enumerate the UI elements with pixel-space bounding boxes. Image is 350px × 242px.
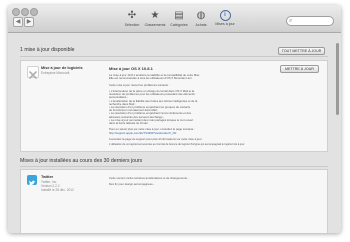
update-note-line: Consultez la page du support pour plus d… xyxy=(109,137,203,141)
installed-app-name[interactable]: Twitter xyxy=(41,175,53,179)
update-item: Mise à jour de logiciels Entreprise Micr… xyxy=(20,60,328,152)
search-field[interactable]: ⌕ xyxy=(286,16,334,26)
tab-classements[interactable]: ★ Classements xyxy=(144,10,166,27)
updates-icon: i xyxy=(219,10,231,21)
installed-note-line: Cette version inclut certaines améliorat… xyxy=(109,176,190,180)
toolbar: ◀ ▶ ✣ Sélection ★ Classements ▤ Catégori… xyxy=(8,5,341,33)
update-all-button[interactable]: TOUT METTRE À JOUR xyxy=(278,47,325,55)
installed-section-title: Mises à jour installées au cours des 30 … xyxy=(20,158,143,164)
license-footer: L'utilisation de ce logiciel est soumise… xyxy=(109,143,245,146)
tab-label: Achats xyxy=(195,23,207,27)
zoom-window-button[interactable] xyxy=(30,8,38,16)
tab-label: Catégories xyxy=(170,23,188,27)
tab-label: Mises à jour xyxy=(215,22,235,26)
available-section-title: 1 mise à jour disponible xyxy=(20,47,75,53)
support-link[interactable]: http://support.apple.com/kb/TS4390?viewl… xyxy=(109,131,176,135)
update-app-name[interactable]: Mise à jour de logiciels xyxy=(41,66,83,70)
purchases-icon: ◍ xyxy=(196,10,206,21)
update-note-line: Cette mise à jour résout les problèmes s… xyxy=(109,82,170,87)
app-store-window: ◀ ▶ ✣ Sélection ★ Classements ▤ Catégori… xyxy=(8,5,341,233)
software-update-icon xyxy=(27,66,39,79)
tag-icon: ▤ xyxy=(174,10,184,21)
star-icon: ★ xyxy=(150,10,160,21)
installed-item: Twitter Twitter, Inc. Version 2.2.2 Inst… xyxy=(20,169,328,233)
tab-categories[interactable]: ▤ Catégories xyxy=(168,10,190,27)
update-note-line: dans la barre latérale du Finder. xyxy=(109,121,149,125)
close-window-button[interactable] xyxy=(12,8,20,16)
back-button[interactable]: ◀ xyxy=(13,17,23,27)
updates-page: 1 mise à jour disponible TOUT METTRE À J… xyxy=(8,33,341,233)
twitter-app-icon xyxy=(27,175,37,186)
search-icon: ⌕ xyxy=(289,18,293,24)
tab-label: Classements xyxy=(144,23,166,27)
search-input[interactable] xyxy=(296,17,330,25)
scrollbar[interactable] xyxy=(336,33,340,233)
update-heading: Mise à jour OS X 10.8.1 xyxy=(109,66,153,71)
update-note-line: Elle est recommandée à tous les utilisat… xyxy=(109,76,193,81)
tab-selection[interactable]: ✣ Sélection xyxy=(121,10,143,27)
x-logo-icon xyxy=(29,71,37,79)
tab-label: Sélection xyxy=(124,23,140,27)
bird-icon xyxy=(29,180,36,186)
forward-button[interactable]: ▶ xyxy=(24,17,34,27)
tab-achats[interactable]: ◍ Achats xyxy=(190,10,212,27)
section-divider xyxy=(20,166,328,167)
installed-date: Installé le 28 déc. 2012 xyxy=(41,188,74,192)
tab-mises-a-jour[interactable]: i Mises à jour xyxy=(214,10,236,26)
update-button[interactable]: METTRE À JOUR xyxy=(280,65,319,73)
section-divider xyxy=(20,56,328,57)
installed-note-line: Des fix pour design accompagnées... xyxy=(109,182,156,187)
scrollbar-thumb[interactable] xyxy=(336,43,339,115)
puzzle-icon: ✣ xyxy=(127,10,137,21)
update-publisher[interactable]: Entreprise Microsoft xyxy=(41,71,69,75)
minimize-window-button[interactable] xyxy=(21,8,29,16)
